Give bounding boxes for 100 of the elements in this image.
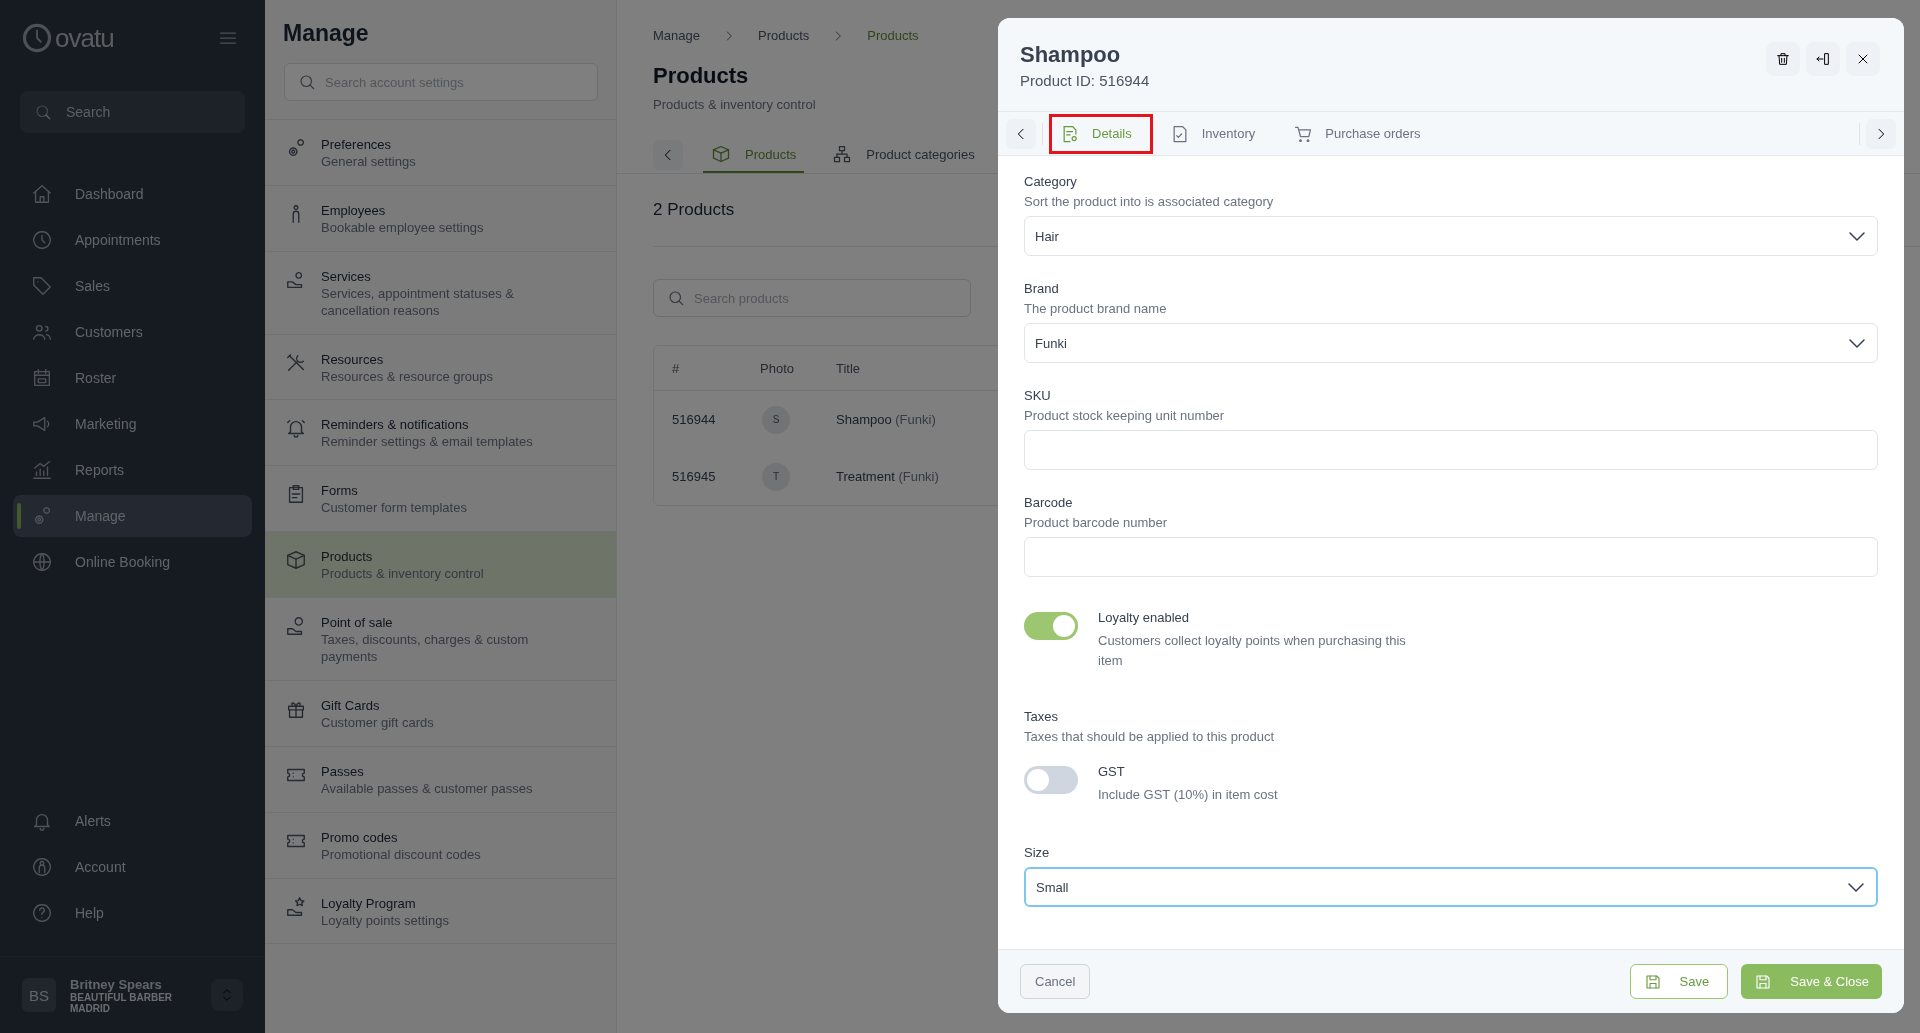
trash-icon [1775, 51, 1791, 67]
settings-title: Forms [321, 483, 359, 499]
star-hand-icon [285, 895, 307, 918]
panel-title: Manage [283, 20, 370, 47]
settings-item[interactable]: Products Products & inventory control [265, 532, 616, 599]
nav-item[interactable]: Customers [13, 311, 252, 353]
table-cell: Shampoo (Funki) [836, 412, 936, 427]
close-button[interactable] [1846, 42, 1880, 76]
field-label: Size [1024, 845, 1051, 861]
breadcrumb-link[interactable]: Manage [653, 28, 700, 43]
chart-icon [31, 459, 53, 481]
globe-icon [31, 551, 53, 573]
input-field[interactable] [1024, 537, 1878, 577]
field-description: The product brand name [1024, 301, 1168, 316]
tab[interactable]: Products [703, 137, 805, 173]
back-button[interactable] [653, 140, 683, 170]
settings-title: Employees [321, 202, 387, 218]
settings-title: Point of sale [321, 615, 394, 631]
help-icon [31, 902, 53, 924]
search-field[interactable]: Search [20, 91, 245, 133]
tag-icon [31, 275, 53, 297]
account-switcher-button[interactable] [211, 979, 243, 1011]
toggle-label: Loyalty enabled [1098, 610, 1191, 625]
nav-item[interactable]: Marketing [13, 403, 252, 445]
settings-description: Products & inventory control [321, 566, 484, 584]
settings-title: Resources [321, 351, 385, 367]
settings-description: General settings [321, 154, 416, 171]
toggle-switch[interactable] [1024, 766, 1078, 795]
settings-description: Reminder settings & email templates [321, 434, 533, 452]
nav-item[interactable]: Sales [13, 265, 252, 307]
toggle-switch[interactable] [1024, 612, 1078, 640]
select-field[interactable]: Small [1024, 867, 1878, 908]
tab[interactable]: Details [1049, 113, 1153, 154]
settings-title: Services [321, 268, 372, 284]
field-description: Taxes that should be applied to this product [1024, 729, 1276, 745]
settings-item[interactable]: Gift Cards Customer gift cards [265, 680, 616, 747]
select-field[interactable]: Hair [1024, 216, 1878, 256]
settings-item[interactable]: Resources Resources & resource groups [265, 334, 616, 401]
business-name: BEAUTIFUL BARBER MADRID [70, 991, 174, 1014]
table-cell-text: 516945 [672, 469, 717, 484]
collapse-button[interactable] [1806, 42, 1840, 76]
settings-title: Products [321, 549, 374, 565]
toggle-description: Customers collect loyalty points when purchasing this item [1098, 632, 1407, 671]
nav-item[interactable]: Roster [13, 357, 252, 399]
arrow-into-panel-icon [1815, 51, 1831, 67]
nav-item[interactable]: Account [13, 846, 252, 888]
save-and-close-button[interactable]: Save & Close [1741, 964, 1882, 999]
save-button[interactable]: Save [1629, 964, 1729, 999]
field-label: Brand [1024, 281, 1060, 296]
settings-description: Customer gift cards [321, 714, 434, 732]
nav-item[interactable]: Dashboard [13, 173, 252, 215]
hierarchy-icon [832, 144, 853, 164]
settings-item[interactable]: Employees Bookable employee settings [265, 185, 616, 252]
chevron-down-icon [1848, 882, 1864, 892]
nav-item[interactable]: Online Booking [13, 541, 252, 583]
breadcrumb-link[interactable]: Products [758, 28, 810, 43]
delete-button[interactable] [1766, 42, 1800, 76]
tools-icon [285, 351, 307, 374]
settings-item[interactable]: Point of sale Taxes, discounts, charges & custom payments [265, 598, 616, 681]
person-circle-icon [31, 856, 53, 878]
settings-title: Reminders & notifications [321, 417, 470, 433]
nav-item[interactable]: Reports [13, 449, 252, 491]
user-name: Britney Spears [70, 976, 163, 992]
toggle-label: GST [1098, 764, 1126, 780]
search-icon [34, 103, 52, 121]
input-field[interactable] [1024, 430, 1878, 470]
scroll-right-button[interactable] [1866, 118, 1896, 149]
settings-item[interactable]: Reminders & notifications Reminder settings & email templates [265, 400, 616, 467]
settings-description: Resources & resource groups [321, 368, 493, 386]
tab[interactable]: Purchase orders [1282, 113, 1442, 154]
settings-item[interactable]: Preferences General settings [265, 120, 616, 186]
table-cell: Treatment (Funki) [836, 469, 939, 484]
settings-item[interactable]: Passes Available passes & customer passes [265, 746, 616, 813]
nav-item[interactable]: Alerts [13, 800, 252, 842]
search-icon [667, 289, 685, 307]
settings-item[interactable]: Loyalty Program Loyalty points settings [265, 878, 616, 945]
photo-initial-avatar: S [762, 405, 790, 434]
tab[interactable]: Product categories [824, 137, 983, 173]
settings-title: Preferences [321, 137, 393, 152]
field-description: Product stock keeping unit number [1024, 408, 1226, 423]
house-icon [31, 183, 53, 205]
select-field[interactable]: Funki [1024, 323, 1878, 363]
field-description: Product barcode number [1024, 515, 1169, 530]
chevron-down-icon [1849, 338, 1865, 348]
settings-item[interactable]: Services Services, appointment statuses & cancellation reasons [265, 251, 616, 335]
settings-description: Services, appointment statuses & cancellation reasons [321, 285, 515, 320]
box-icon [711, 144, 731, 164]
nav-item[interactable]: Help [13, 892, 252, 934]
tab[interactable]: Inventory [1158, 113, 1277, 154]
dialog-title: Shampoo [1020, 42, 1122, 68]
nav-item[interactable]: Manage [13, 495, 252, 537]
breadcrumb-link[interactable]: Products [867, 28, 919, 43]
column-header: Photo [760, 360, 795, 376]
cancel-button[interactable]: Cancel [1020, 964, 1091, 999]
settings-description: Loyalty points settings [321, 912, 449, 930]
column-header: Title [836, 360, 862, 376]
nav-item[interactable]: Appointments [13, 219, 252, 261]
settings-description: Promotional discount codes [321, 846, 481, 864]
scroll-left-button[interactable] [1006, 118, 1036, 149]
settings-item[interactable]: Promo codes Promotional discount codes [265, 812, 616, 879]
